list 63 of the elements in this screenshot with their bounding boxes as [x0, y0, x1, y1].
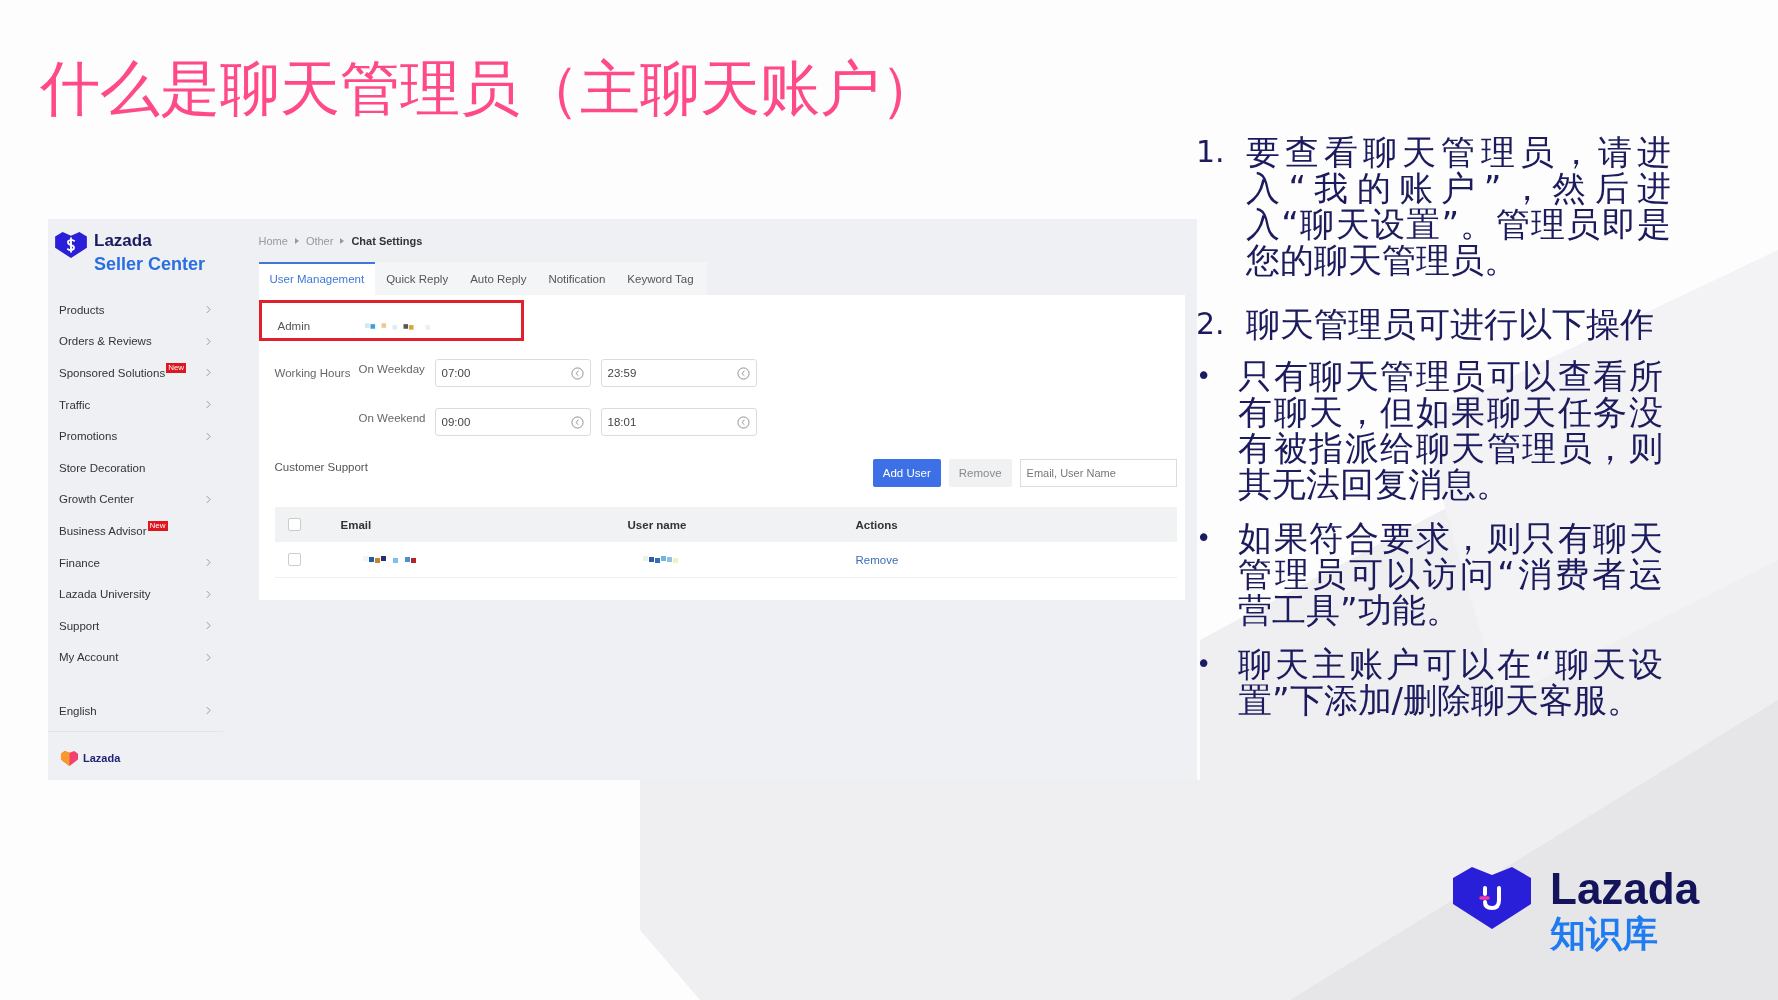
tab[interactable]: Keyword Tag [616, 262, 705, 295]
list-number: 2. [1196, 306, 1226, 342]
sidebar-item[interactable]: Store Decoration [59, 461, 146, 474]
heart-logo-icon [54, 231, 88, 259]
tab[interactable]: Quick Reply [375, 262, 460, 295]
time-field[interactable]: 09:00 [434, 408, 591, 436]
column-header: User name [627, 518, 688, 531]
logo-subtitle: 知识库 [1550, 912, 1659, 956]
sidebar-item[interactable]: Lazada University [59, 588, 151, 601]
section-label: Customer Support [274, 461, 368, 473]
sidebar-item[interactable]: Orders & Reviews [59, 335, 152, 348]
sidebar-item[interactable]: English [59, 704, 97, 717]
sidebar-item[interactable]: Traffic [59, 398, 91, 411]
heart-logo-icon [1452, 866, 1532, 930]
field-label: On Weekend [358, 411, 425, 426]
brand-name: Lazada [94, 231, 153, 251]
note-text: 如果符合要求，则只有聊天管理员可以访问“消费者运营工具”功能。 [1238, 520, 1663, 628]
sidebar-item[interactable]: Promotions [59, 430, 118, 443]
tab[interactable]: Auto Reply [459, 262, 538, 295]
field-label: Working Hours [274, 367, 352, 381]
new-badge: New [166, 363, 187, 373]
caret-icon [340, 238, 345, 244]
column-header: Email [340, 518, 373, 531]
sidebar-item[interactable]: Finance [59, 556, 100, 569]
time-field[interactable]: 18:01 [600, 408, 757, 436]
field-label: Admin [277, 319, 311, 332]
note-text: 要查看聊天管理员，请进入“我的账户”，然后进入“聊天设置”。管理员即是您的聊天管理员。 [1246, 134, 1671, 278]
sidebar-item[interactable]: Business Advisor [59, 524, 147, 537]
clock-icon [736, 415, 750, 429]
logo-text: Lazada [83, 752, 121, 765]
clock-icon [736, 366, 750, 380]
new-badge: New [147, 520, 168, 531]
note-text: 聊天管理员可进行以下操作 [1246, 306, 1655, 342]
time-field[interactable]: 23:59 [600, 359, 757, 387]
sidebar-item[interactable]: Support [59, 619, 100, 632]
field-label: On Weekday [358, 362, 425, 377]
add-user-button[interactable]: Add User [872, 459, 941, 487]
column-header: Actions [855, 518, 899, 531]
logo-name: Lazada [1550, 866, 1700, 912]
heart-logo-icon [60, 749, 79, 767]
sidebar-item[interactable]: My Account [59, 651, 119, 664]
time-field[interactable]: 07:00 [434, 359, 591, 387]
clock-icon [570, 415, 584, 429]
slide-title: 什么是聊天管理员（主聊天账户） [40, 52, 940, 125]
sidebar-item[interactable]: Products [59, 303, 105, 316]
sidebar-item[interactable]: Growth Center [59, 493, 134, 506]
caret-icon [294, 238, 299, 244]
note-text: 只有聊天管理员可以查看所有聊天，但如果聊天任务没有被指派给聊天管理员，则其无法回复消息。 [1238, 358, 1663, 502]
tab[interactable]: User Management [258, 262, 376, 295]
brand-subtitle: Seller Center [94, 254, 206, 275]
search-field[interactable]: Email, User Name [1019, 459, 1177, 487]
bullet-marker: • [1196, 522, 1213, 555]
checkbox[interactable] [287, 518, 301, 531]
remove-link[interactable]: Remove [855, 553, 1056, 566]
tab[interactable]: Notification [537, 262, 617, 295]
note-text: 聊天主账户可以在“聊天设置”下添加/删除聊天客服。 [1238, 646, 1663, 718]
bullet-marker: • [1196, 648, 1213, 681]
bullet-marker: • [1196, 360, 1213, 393]
breadcrumb-current: Chat Settings [351, 235, 423, 247]
sidebar-item[interactable]: Sponsored Solutions [59, 367, 166, 379]
clock-icon [570, 366, 584, 380]
list-number: 1. [1196, 134, 1226, 171]
checkbox[interactable] [287, 553, 301, 566]
